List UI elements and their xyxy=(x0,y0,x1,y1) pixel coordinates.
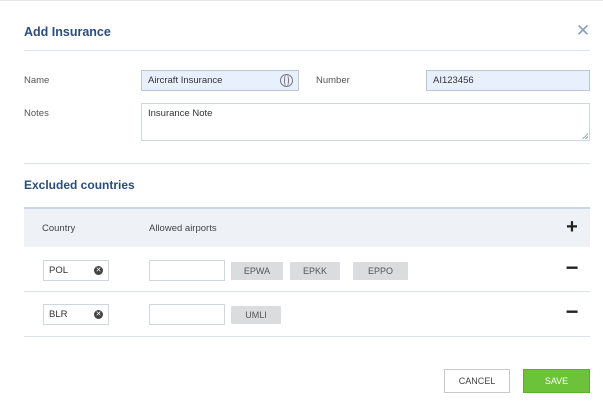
airport-tag[interactable]: EPPO xyxy=(353,262,408,280)
country-value: POL xyxy=(49,265,69,276)
minus-icon[interactable]: − xyxy=(562,257,582,279)
save-button[interactable]: SAVE xyxy=(523,369,590,393)
notes-field[interactable]: Insurance Note xyxy=(141,103,590,141)
section-divider xyxy=(24,163,590,164)
clear-select-icon[interactable]: ✕ xyxy=(94,266,103,275)
country-header: Country xyxy=(42,223,76,234)
country-select[interactable]: POL ✕ xyxy=(43,260,109,281)
country-value: BLR xyxy=(49,309,68,320)
resize-grip-icon[interactable] xyxy=(582,133,588,139)
table-row: POL ✕ EPWA EPKK EPPO − xyxy=(24,247,590,292)
number-field[interactable]: AI123456 xyxy=(426,70,590,91)
airport-tag[interactable]: EPWA xyxy=(231,262,283,280)
country-select[interactable]: BLR ✕ xyxy=(43,304,109,325)
globe-icon[interactable] xyxy=(280,74,293,87)
cancel-button[interactable]: CANCEL xyxy=(444,369,510,393)
dialog-title: Add Insurance xyxy=(24,25,111,39)
number-label: Number xyxy=(316,75,350,86)
close-icon[interactable]: ✕ xyxy=(574,22,592,40)
airport-input[interactable] xyxy=(149,304,225,325)
airport-input[interactable] xyxy=(149,260,225,281)
airport-tag[interactable]: EPKK xyxy=(290,262,340,280)
name-field[interactable]: Aircraft Insurance xyxy=(141,70,299,91)
excluded-countries-title: Excluded countries xyxy=(24,178,135,192)
number-value: AI123456 xyxy=(433,75,474,86)
airport-tag[interactable]: UMLI xyxy=(231,306,281,324)
allowed-airports-header: Allowed airports xyxy=(149,223,217,234)
name-value: Aircraft Insurance xyxy=(148,75,223,86)
table-header: Country Allowed airports + xyxy=(24,207,590,247)
table-row: BLR ✕ UMLI − xyxy=(24,292,590,337)
name-label: Name xyxy=(24,75,50,86)
clear-select-icon[interactable]: ✕ xyxy=(94,310,103,319)
minus-icon[interactable]: − xyxy=(562,301,582,323)
add-insurance-dialog: Add Insurance ✕ Name Aircraft Insurance … xyxy=(0,0,603,407)
header-divider xyxy=(24,50,590,51)
notes-label: Notes xyxy=(24,108,49,119)
notes-value: Insurance Note xyxy=(148,108,213,119)
plus-icon[interactable]: + xyxy=(562,217,582,237)
